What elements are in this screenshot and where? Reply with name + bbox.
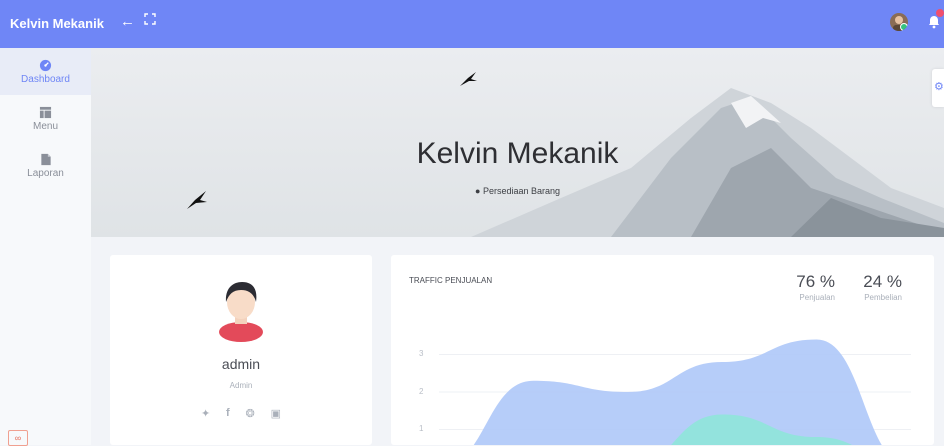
sidebar-item-label: Menu [32,120,58,132]
map-marker-icon: ● [474,186,481,196]
sidebar: Dashboard Menu Laporan [0,48,91,445]
profile-card: admin Admin ✦ f ❂ ▣ [110,255,372,445]
area-series-penjualan [473,339,882,445]
laravel-logo-icon: ∞ [8,430,28,446]
profile-name: admin [221,356,261,372]
traffic-card: TRAFFIC PENJUALAN 76 % Penjualan 24 % Pe… [391,255,934,445]
gear-icon: ⚙ [934,81,944,93]
hero-title: Kelvin Mekanik [416,137,619,170]
social-links: ✦ f ❂ ▣ [201,407,281,420]
fullscreen-icon[interactable] [143,12,157,26]
bird-icon [460,72,477,86]
sidebar-item-laporan[interactable]: Laporan [0,142,91,189]
dashboard-icon [39,59,52,71]
sidebar-item-menu[interactable]: Menu [0,95,91,142]
file-icon [40,153,51,165]
profile-avatar [219,282,263,342]
dribbble-icon[interactable]: ❂ [246,407,255,420]
arrow-left-icon[interactable]: ← [120,13,135,30]
instagram-icon[interactable]: ▣ [271,407,281,420]
brand-title[interactable]: Kelvin Mekanik [10,16,104,31]
notification-badge [936,9,944,17]
profile-role: Admin [229,381,253,390]
user-avatar[interactable] [890,13,908,31]
table-icon [39,106,52,118]
hero-banner: Kelvin Mekanik ● Persediaan Barang [91,48,944,237]
twitter-icon[interactable]: ✦ [201,407,210,420]
traffic-chart [439,339,911,445]
online-status-dot [900,23,908,31]
bell-icon[interactable] [928,9,944,29]
sidebar-item-dashboard[interactable]: Dashboard [0,48,91,95]
sidebar-item-label: Laporan [27,167,64,179]
settings-panel-toggle[interactable]: ⚙ [932,69,944,107]
hero-subtitle-text: Persediaan Barang [482,186,560,196]
hero-subtitle: ● Persediaan Barang [91,186,944,196]
facebook-icon[interactable]: f [226,407,230,420]
sidebar-item-label: Dashboard [21,73,70,85]
top-navbar: Kelvin Mekanik ← [0,0,944,48]
